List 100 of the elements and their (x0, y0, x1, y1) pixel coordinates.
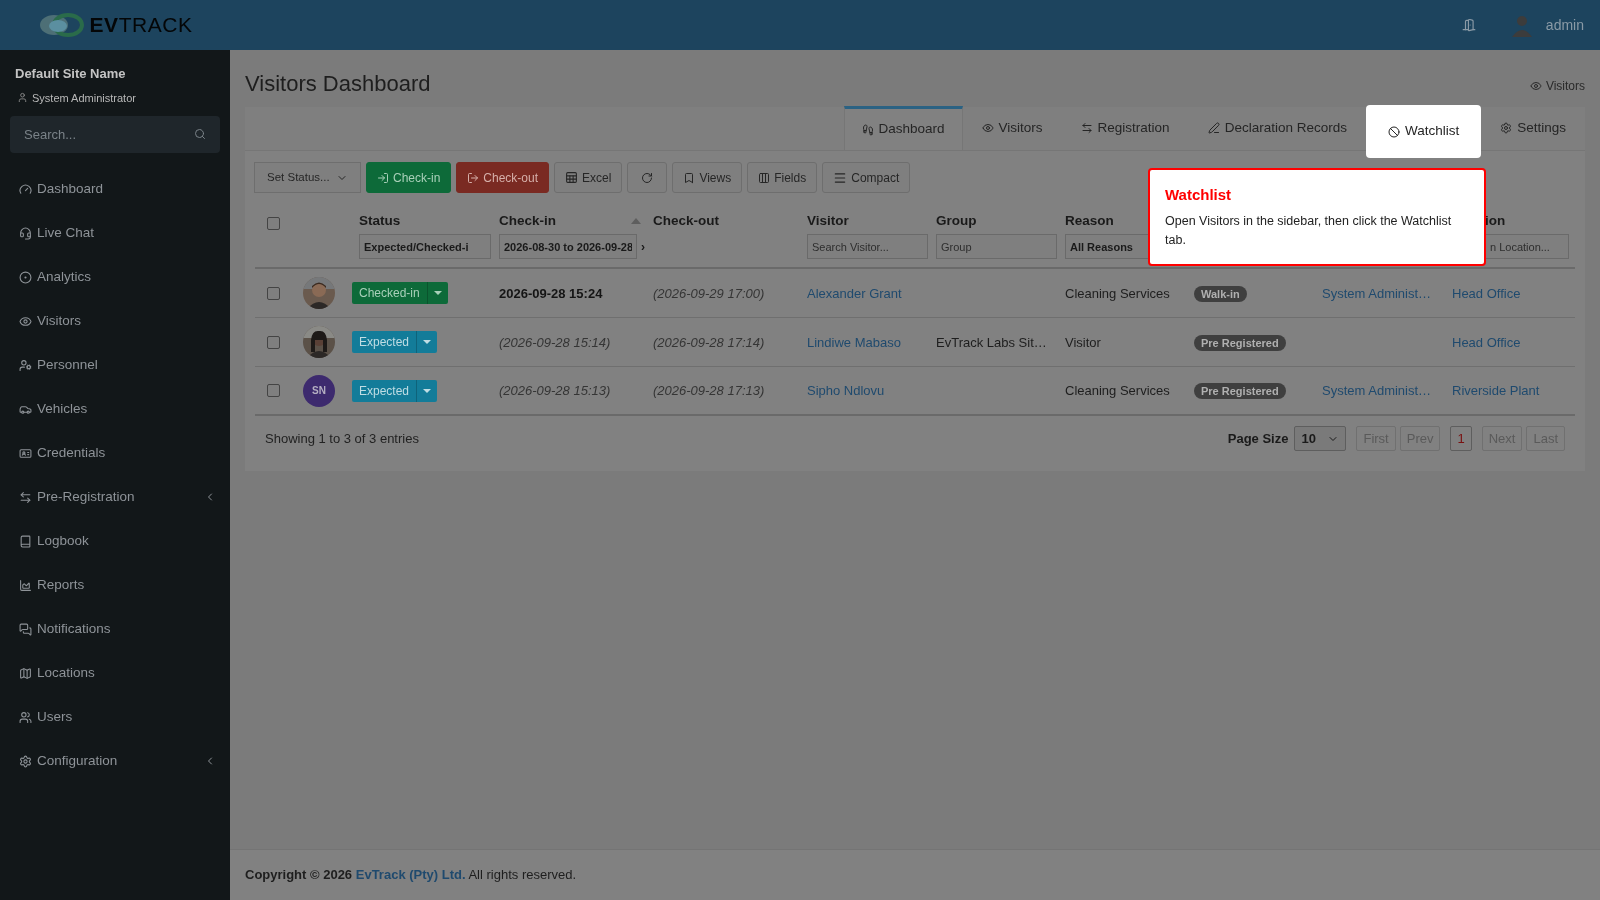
checkin-button[interactable]: Check-in (366, 162, 452, 193)
sidebar-item[interactable]: Dashboard (0, 167, 230, 211)
ban-icon (1387, 125, 1400, 138)
column-header[interactable]: Status (359, 211, 401, 232)
column-header[interactable]: Check-out (653, 211, 719, 232)
views-button[interactable]: Views (672, 162, 743, 193)
arrow-glyph[interactable]: › (641, 237, 645, 256)
arrows-icon (1080, 122, 1093, 134)
sidebar-item[interactable]: Notifications (0, 607, 230, 651)
check-out-icon (467, 171, 480, 184)
sort-icon[interactable] (631, 218, 641, 225)
search-icon[interactable] (194, 128, 206, 140)
page-size-label: Page Size (1227, 430, 1289, 448)
table-cell-text: Cleaning Services (1065, 284, 1171, 303)
search-field[interactable]: Search... (10, 116, 220, 153)
chat-icon (19, 622, 32, 636)
location-link[interactable]: Riverside Plant (1452, 383, 1540, 398)
fields-button[interactable]: Fields (747, 162, 818, 193)
row-checkbox[interactable] (267, 384, 280, 398)
status-dropdown[interactable]: Expected (352, 379, 438, 402)
sidebar-item[interactable]: Live Chat (0, 211, 230, 255)
row-checkbox[interactable] (267, 335, 280, 349)
tab[interactable]: Watchlist (1365, 105, 1482, 158)
tag: Walk-in (1194, 285, 1247, 302)
host-link[interactable]: System Administ… (1322, 285, 1432, 301)
visitor-link[interactable]: Alexander Grant (807, 285, 902, 301)
users-icon (19, 710, 32, 724)
eye-icon (981, 122, 994, 134)
status-dropdown[interactable]: Expected (352, 331, 438, 354)
table-cell-text: (2026-09-28 15:14) (499, 333, 612, 352)
eye-icon (19, 314, 32, 328)
filter-field[interactable]: Group (936, 234, 1057, 260)
filter-field[interactable]: Expected/Checked-i (359, 234, 491, 260)
breadcrumb[interactable]: Visitors (1545, 77, 1585, 95)
sidebar-item[interactable]: Configuration (0, 739, 230, 783)
sidebar-item[interactable]: Locations (0, 651, 230, 695)
sidebar-item[interactable]: Analytics (0, 255, 230, 299)
door-icon[interactable] (1461, 18, 1476, 32)
entries-summary: Showing 1 to 3 of 3 entries (265, 430, 419, 448)
bookmark-icon (683, 171, 696, 184)
host-link[interactable]: System Administ… (1322, 383, 1432, 398)
sidebar-item[interactable]: Vehicles (0, 387, 230, 431)
table-cell-text: Cleaning Services (1065, 382, 1171, 400)
column-header[interactable]: Reason (1065, 211, 1114, 232)
tag: Pre Registered (1194, 334, 1286, 351)
sidebar-item[interactable]: Users (0, 695, 230, 739)
logo-text: EVTRACK (89, 12, 193, 39)
row-checkbox[interactable] (267, 286, 280, 300)
column-header[interactable]: Check-in (499, 211, 556, 232)
visitor-link[interactable]: Lindiwe Mabaso (807, 334, 901, 350)
headset-icon (19, 226, 32, 240)
company-link[interactable]: EvTrack (Pty) Ltd. (355, 867, 466, 883)
settings-icon (19, 754, 32, 768)
tab[interactable]: Dashboard (843, 106, 963, 150)
checkout-button[interactable]: Check-out (456, 162, 550, 193)
sidebar-item[interactable]: Credentials (0, 431, 230, 475)
filter-field[interactable]: n Location... (1485, 234, 1569, 260)
id-card-icon (19, 446, 32, 460)
status-dropdown[interactable]: Checked-in (352, 282, 448, 305)
table-cell-text: (2026-09-28 17:14) (653, 333, 766, 352)
spreadsheet-icon (565, 171, 579, 184)
user-role: System Administrator (32, 90, 136, 106)
table-cell-text: (2026-09-28 17:13) (653, 382, 766, 400)
eye-icon (1529, 80, 1542, 92)
page-size-select[interactable]: 10 (1294, 426, 1347, 452)
pen-icon (1207, 122, 1220, 134)
tag: Pre Registered (1194, 383, 1286, 399)
tab[interactable]: Visitors (962, 106, 1062, 150)
visitor-link[interactable]: Sipho Ndlovu (807, 383, 885, 398)
select-all-checkbox[interactable] (267, 217, 280, 230)
table-cell-text: (2026-09-29 17:00) (653, 284, 766, 303)
page-title: Visitors Dashboard (245, 69, 431, 98)
caret-icon (433, 291, 442, 296)
user-name[interactable]: admin (1545, 14, 1584, 36)
column-header[interactable]: ion (1485, 211, 1569, 232)
sidebar-item[interactable]: Logbook (0, 519, 230, 563)
column-header[interactable]: Visitor (807, 211, 849, 232)
refresh-button[interactable] (627, 162, 668, 193)
location-link[interactable]: Head Office (1452, 334, 1521, 350)
status-select[interactable]: Set Status... (254, 162, 361, 193)
filter-field[interactable]: Search Visitor... (807, 234, 928, 260)
caret-icon (423, 388, 432, 393)
tab[interactable]: Settings (1481, 106, 1585, 150)
sidebar-item[interactable]: Visitors (0, 299, 230, 343)
location-link[interactable]: Head Office (1452, 285, 1521, 301)
sidebar-item[interactable]: Pre-Registration (0, 475, 230, 519)
map-icon (19, 666, 32, 680)
table-cell-text: (2026-09-28 15:13) (499, 382, 612, 400)
column-header[interactable]: Group (936, 211, 977, 232)
sidebar-item[interactable]: Personnel (0, 343, 230, 387)
arrows-icon (19, 490, 32, 504)
tab[interactable]: Declaration Records (1188, 106, 1366, 150)
table-cell-text: 2026-09-28 15:24 (499, 284, 604, 303)
tab[interactable]: Registration (1061, 106, 1189, 150)
sidebar-item[interactable]: Reports (0, 563, 230, 607)
date-range-field[interactable]: 2026-08-30 to 2026-09-28 (499, 234, 637, 260)
compact-button[interactable]: Compact (822, 162, 911, 193)
excel-button[interactable]: Excel (554, 162, 623, 193)
target-icon (19, 270, 32, 284)
page-button[interactable]: 1 (1450, 426, 1472, 452)
